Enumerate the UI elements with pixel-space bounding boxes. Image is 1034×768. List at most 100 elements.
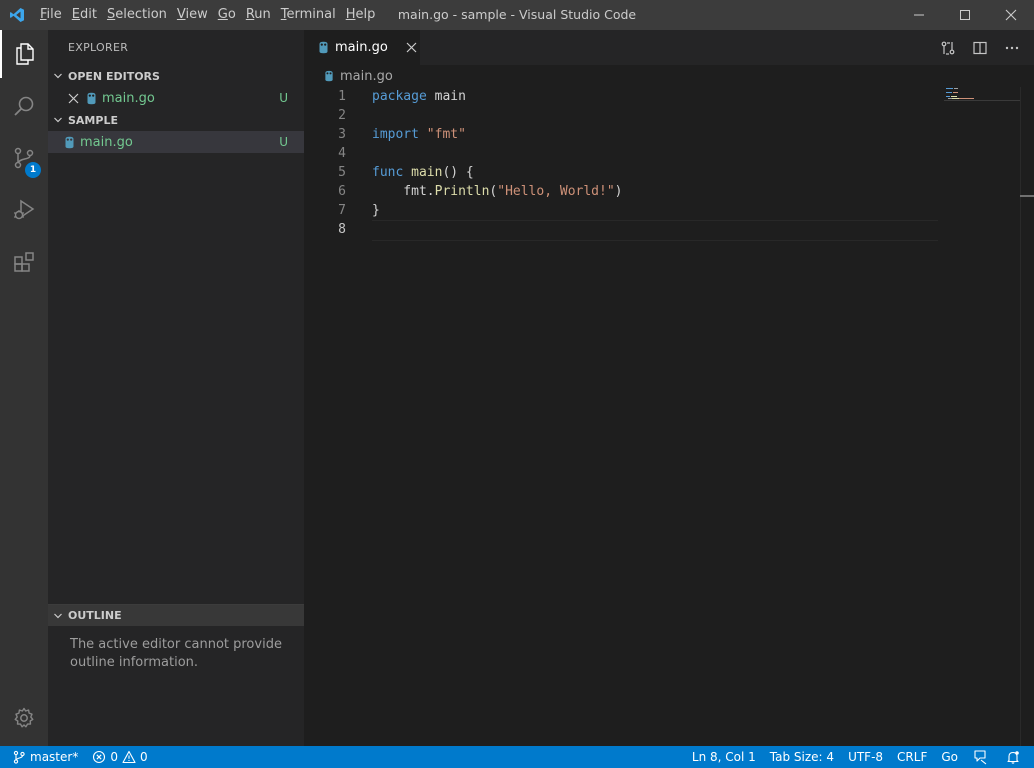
settings-gear-icon <box>14 707 34 728</box>
sidebar-title: EXPLORER <box>68 41 129 54</box>
folder-header-sample[interactable]: SAMPLE <box>48 109 304 131</box>
line-number: 7 <box>338 203 346 218</box>
git-branch-icon <box>13 750 25 764</box>
cursor-position[interactable]: Ln 8, Col 1 <box>685 746 763 768</box>
open-editor-filename: main.go <box>102 90 155 106</box>
language-mode[interactable]: Go <box>934 746 965 768</box>
tab-main-go[interactable]: main.go <box>304 30 420 65</box>
go-gopher-icon <box>324 70 334 82</box>
close-editor-icon[interactable] <box>68 93 79 104</box>
code-line-current: 8 <box>304 220 938 241</box>
code-text: package main <box>372 89 466 104</box>
open-changes-button[interactable] <box>932 30 964 65</box>
code-line: 7 } <box>304 201 938 220</box>
warning-count: 0 <box>139 750 148 764</box>
activity-explorer[interactable] <box>0 30 48 78</box>
maximize-icon <box>960 10 970 20</box>
outline-message: The active editor cannot provide outline… <box>70 637 282 670</box>
code-line: 4 <box>304 144 938 163</box>
search-icon <box>14 96 34 116</box>
menu-terminal[interactable]: Terminal <box>277 0 340 30</box>
chevron-down-icon <box>48 71 68 81</box>
bell-icon <box>1007 751 1019 764</box>
go-gopher-icon <box>318 41 329 54</box>
window-controls <box>896 0 1034 30</box>
code-line: 2 <box>304 106 938 125</box>
menu-selection[interactable]: Selection <box>103 0 171 30</box>
open-editor-item-main-go[interactable]: main.go U <box>48 87 304 109</box>
extensions-icon <box>14 252 34 272</box>
source-control-badge: 1 <box>25 162 41 178</box>
go-gopher-icon <box>64 136 75 149</box>
more-actions-button[interactable] <box>996 30 1028 65</box>
error-icon <box>93 750 106 764</box>
activity-search[interactable] <box>0 82 48 130</box>
maximize-button[interactable] <box>942 0 988 30</box>
tab-close-icon[interactable] <box>406 42 417 53</box>
error-count: 0 <box>110 750 118 764</box>
run-debug-icon <box>14 199 35 220</box>
code-line: 3 import "fmt" <box>304 125 938 144</box>
tab-size[interactable]: Tab Size: 4 <box>763 746 841 768</box>
activity-bar: 1 <box>0 30 48 746</box>
activity-extensions[interactable] <box>0 238 48 286</box>
notifications-button[interactable] <box>999 746 1034 768</box>
title-bar: File Edit Selection View Go Run Terminal… <box>0 0 1034 30</box>
breadcrumb: main.go <box>304 65 1034 87</box>
menu-go[interactable]: Go <box>214 0 240 30</box>
warning-icon <box>122 750 136 764</box>
code-text: } <box>372 203 380 218</box>
status-bar: master* 0 0 Ln 8, Col 1 Tab Size: 4 UTF-… <box>0 746 1034 768</box>
editor-actions <box>932 30 1028 65</box>
open-editors-label: OPEN EDITORS <box>68 69 160 83</box>
editor-area: main.go main.go 1 package main 2 3 impor… <box>304 30 1034 746</box>
encoding[interactable]: UTF-8 <box>841 746 890 768</box>
branch-indicator[interactable]: master* <box>0 746 85 768</box>
menu-bar: File Edit Selection View Go Run Terminal… <box>36 0 381 30</box>
go-gopher-icon <box>86 92 97 105</box>
line-number: 3 <box>338 127 346 142</box>
end-of-line[interactable]: CRLF <box>890 746 934 768</box>
split-editor-button[interactable] <box>964 30 996 65</box>
line-number: 5 <box>338 165 346 180</box>
code-line: 6 fmt.Println("Hello, World!") <box>304 182 938 201</box>
close-window-button[interactable] <box>988 0 1034 30</box>
vertical-scrollbar[interactable] <box>1020 87 1034 746</box>
code-line: 1 package main <box>304 87 938 106</box>
minimize-icon <box>914 14 924 16</box>
outline-section: OUTLINE The active editor cannot provide… <box>48 604 304 682</box>
problems-indicator[interactable]: 0 0 <box>85 746 154 768</box>
activity-source-control[interactable]: 1 <box>0 134 48 182</box>
branch-name: master* <box>30 750 79 764</box>
minimap-slider[interactable] <box>944 87 1020 101</box>
menu-edit[interactable]: Edit <box>68 0 101 30</box>
code-line: 5 func main() { <box>304 163 938 182</box>
compare-changes-icon <box>941 41 955 55</box>
menu-view[interactable]: View <box>173 0 212 30</box>
code-editor[interactable]: 1 package main 2 3 import "fmt" 4 5 func… <box>304 87 938 241</box>
folder-label: SAMPLE <box>68 113 118 127</box>
menu-help[interactable]: Help <box>342 0 380 30</box>
activity-manage[interactable] <box>0 694 48 742</box>
open-editors-header[interactable]: OPEN EDITORS <box>48 65 304 87</box>
scrollbar-cursor-marker <box>1020 195 1034 197</box>
menu-run[interactable]: Run <box>242 0 275 30</box>
chevron-down-icon <box>48 611 68 621</box>
line-number: 4 <box>338 146 346 161</box>
activity-run-debug[interactable] <box>0 186 48 234</box>
split-editor-icon <box>973 41 987 54</box>
file-item-main-go[interactable]: main.go U <box>48 131 304 153</box>
vscode-logo-icon <box>0 0 34 30</box>
outline-label: OUTLINE <box>68 609 122 622</box>
chevron-down-icon <box>48 115 68 125</box>
tab-bar: main.go <box>304 30 1034 65</box>
breadcrumb-file[interactable]: main.go <box>340 69 393 84</box>
git-status-untracked: U <box>279 135 288 149</box>
explorer-sidebar: EXPLORER OPEN EDITORS main.go U SAMPLE m… <box>48 30 304 746</box>
files-icon <box>16 43 34 65</box>
git-status-untracked: U <box>279 91 288 105</box>
outline-header[interactable]: OUTLINE <box>48 604 304 626</box>
feedback-button[interactable] <box>965 746 999 768</box>
minimize-button[interactable] <box>896 0 942 30</box>
menu-file[interactable]: File <box>36 0 66 30</box>
